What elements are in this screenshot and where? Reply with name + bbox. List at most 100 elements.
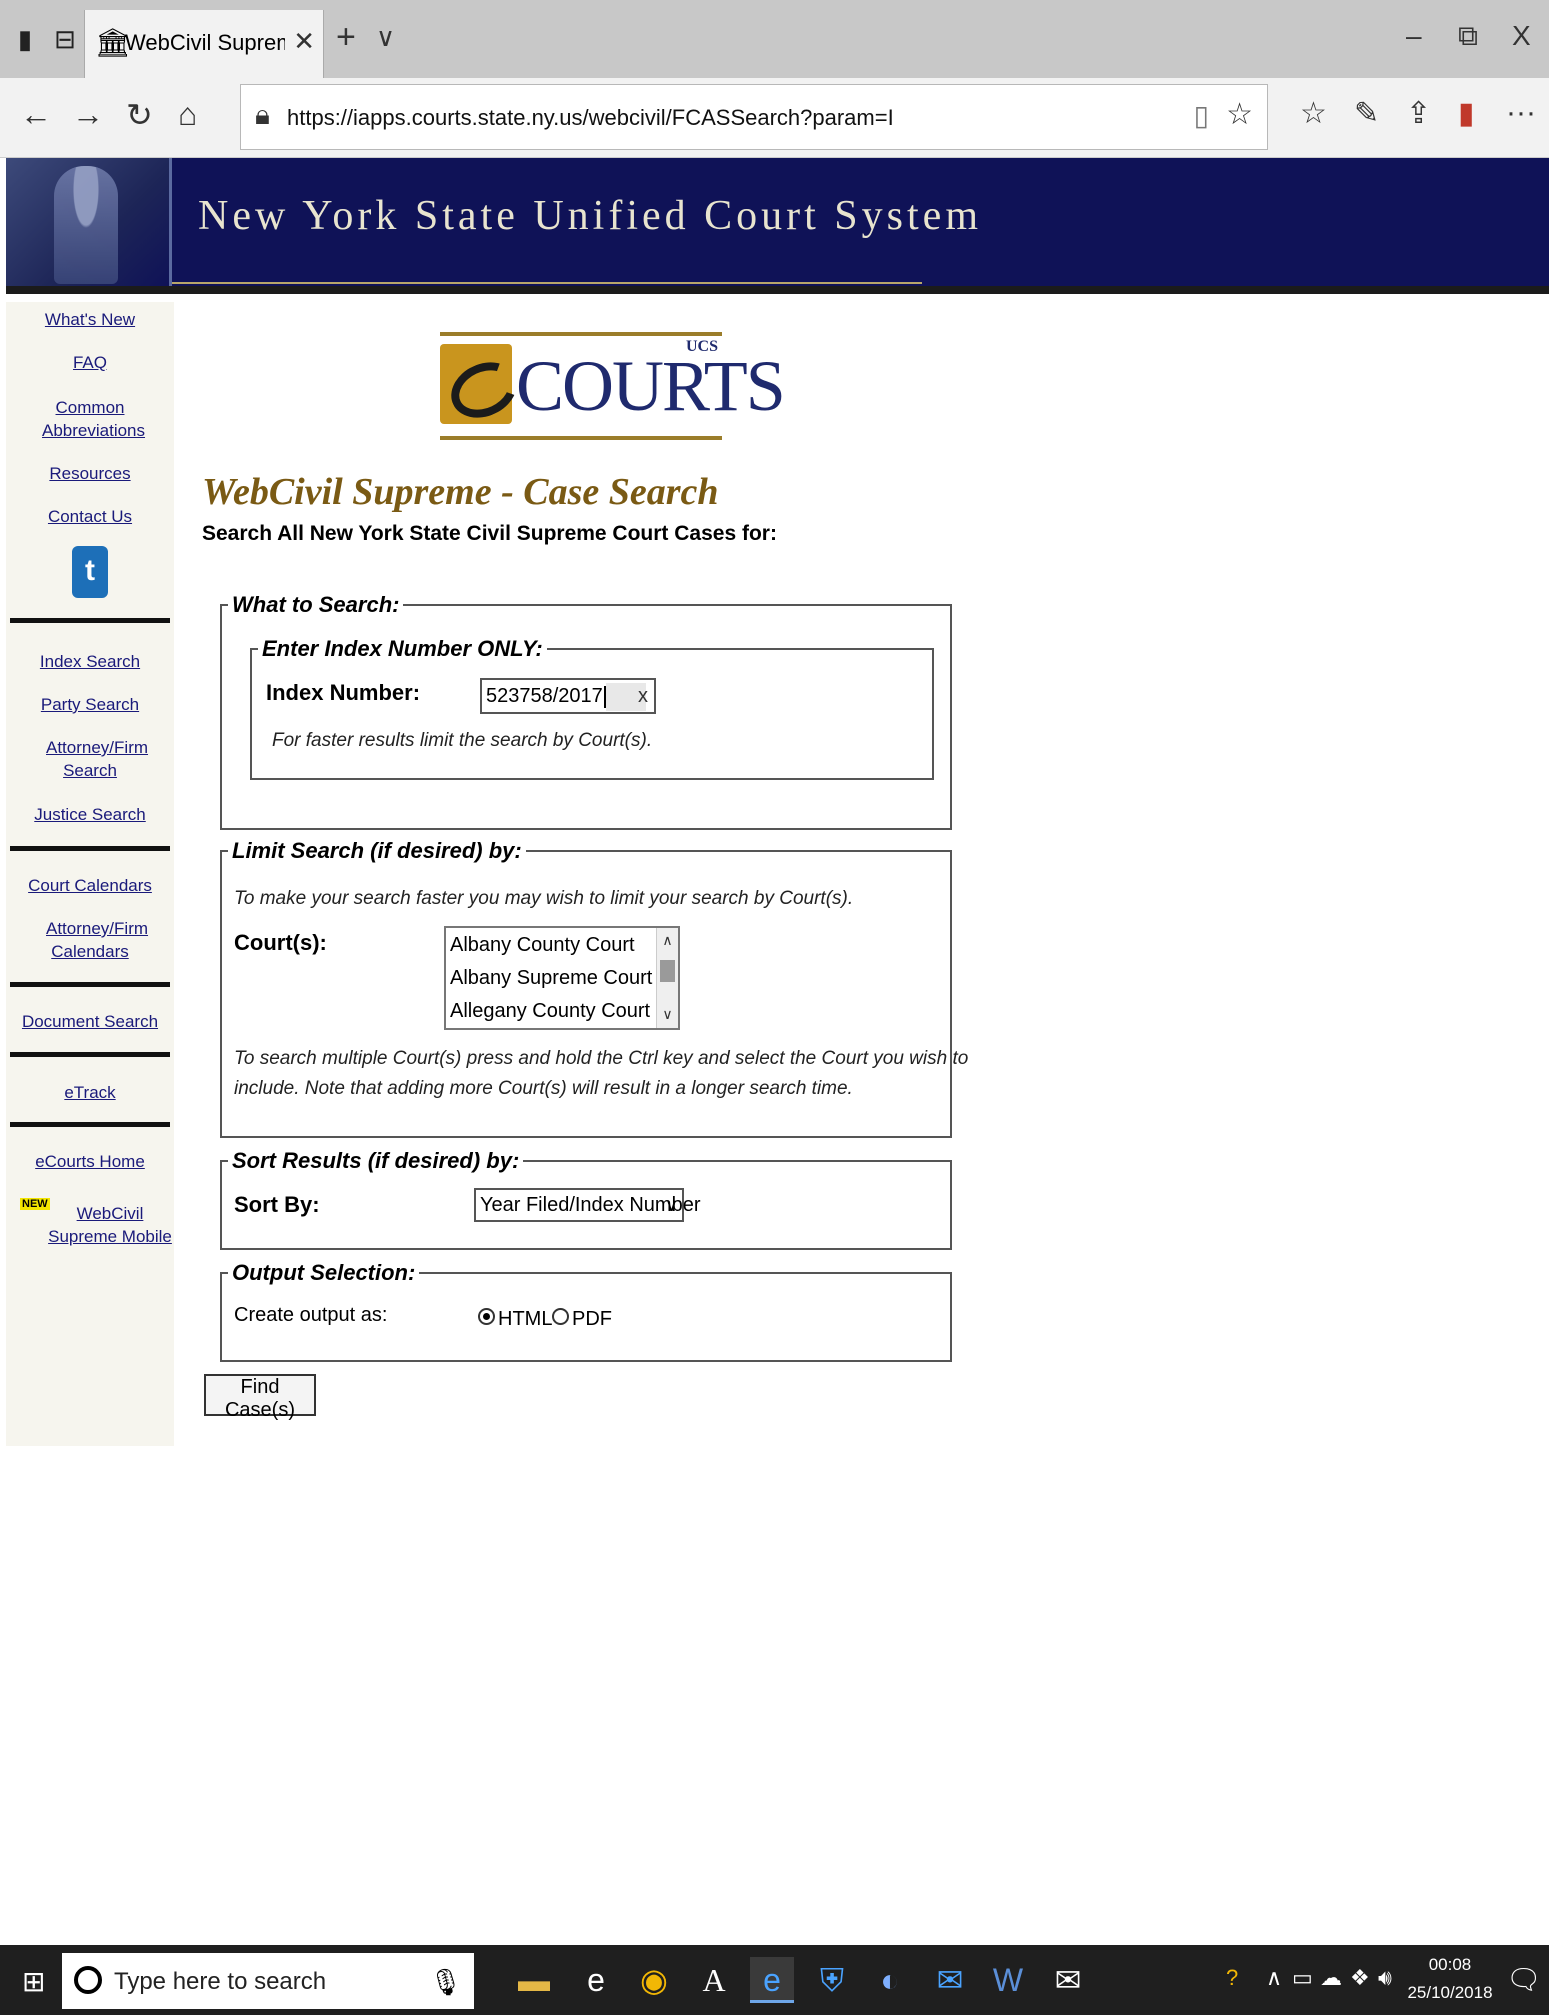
- back-icon[interactable]: ←: [20, 96, 52, 133]
- output-selection-legend: Output Selection:: [232, 1260, 416, 1285]
- minimize-button[interactable]: –: [1406, 20, 1422, 52]
- action-center-icon[interactable]: 🗨︎: [1506, 1963, 1542, 1996]
- sidebar-item-resources[interactable]: Resources: [6, 462, 174, 485]
- tab-preview-icon[interactable]: ▮: [8, 22, 42, 56]
- lady-justice-image: [6, 158, 172, 286]
- clock-date: 25/10/2018: [1407, 1983, 1493, 2002]
- font-app-icon[interactable]: A: [692, 1957, 736, 2003]
- sidebar-item-etrack[interactable]: eTrack: [6, 1081, 174, 1104]
- sidebar-item-party-search[interactable]: Party Search: [6, 693, 174, 716]
- scroll-thumb[interactable]: [660, 960, 675, 982]
- volume-icon[interactable]: 🔊︎: [1378, 1965, 1392, 1991]
- favorite-star-icon[interactable]: ☆: [1226, 97, 1253, 132]
- court-option[interactable]: Albany Supreme Court: [450, 961, 652, 995]
- sidebar-item-attorney-firm-search[interactable]: Attorney/Firm Search: [6, 736, 174, 782]
- courts-logo-text: COURTS: [516, 346, 786, 426]
- index-number-legend: Enter Index Number ONLY:: [262, 636, 543, 661]
- sidebar-item-attorney-firm-calendars[interactable]: Attorney/Firm Calendars: [6, 917, 174, 963]
- refresh-icon[interactable]: ↻: [126, 96, 153, 134]
- limit-intro-text: To make your search faster you may wish …: [234, 888, 854, 909]
- courts-note-line2: include. Note that adding more Court(s) …: [234, 1078, 853, 1099]
- dropbox-icon[interactable]: ❖: [1350, 1965, 1370, 1991]
- file-explorer-icon[interactable]: ▬: [512, 1957, 556, 2003]
- sidebar-divider: [10, 1122, 170, 1127]
- tab-title: WebCivil Supreme - Cas: [125, 30, 285, 55]
- pdf-radio-label[interactable]: PDF: [572, 1308, 612, 1331]
- twitter-icon[interactable]: t: [72, 546, 108, 598]
- sidebar-divider: [10, 1052, 170, 1057]
- sidebar-item-common-abbreviations[interactable]: Common Abbreviations: [6, 396, 174, 442]
- sidebar-item-ecourts-home[interactable]: eCourts Home: [6, 1150, 174, 1173]
- home-icon[interactable]: ⌂: [178, 96, 197, 133]
- sidebar-divider: [10, 982, 170, 987]
- sidebar-item-justice-search[interactable]: Justice Search: [6, 803, 174, 826]
- outlook-icon[interactable]: ✉: [928, 1957, 972, 2003]
- find-cases-button[interactable]: Find Case(s): [204, 1374, 316, 1421]
- shield-app-icon[interactable]: ⛨: [810, 1957, 854, 2003]
- create-output-label: Create output as:: [234, 1304, 388, 1326]
- sidebar-item-document-search[interactable]: Document Search: [6, 1010, 174, 1033]
- forward-icon[interactable]: →: [72, 96, 104, 133]
- left-sidebar: What's New FAQ Common Abbreviations Reso…: [6, 302, 174, 1446]
- close-window-button[interactable]: X: [1512, 20, 1531, 52]
- sidebar-item-index-search[interactable]: Index Search: [6, 650, 174, 673]
- taskbar-search-box[interactable]: Type here to search 🎙︎: [62, 1953, 474, 2009]
- word-icon[interactable]: W: [986, 1957, 1030, 2003]
- chrome-icon[interactable]: ◉: [632, 1957, 676, 2003]
- notes-pen-icon[interactable]: ✎: [1354, 96, 1379, 131]
- scroll-up-icon[interactable]: ∧: [657, 932, 678, 949]
- index-hint-text: For faster results limit the search by C…: [272, 730, 653, 751]
- what-to-search-legend: What to Search:: [232, 592, 400, 617]
- sidebar-item-whats-new[interactable]: What's New: [6, 308, 174, 331]
- scroll-down-icon[interactable]: ∨: [657, 1006, 678, 1023]
- sidebar-item-faq[interactable]: FAQ: [6, 351, 174, 374]
- microphone-icon[interactable]: 🎙︎: [429, 1967, 462, 1998]
- courts-logo: COURTS UCS: [440, 332, 786, 440]
- index-number-value: 523758/2017: [486, 685, 603, 707]
- html-radio-label[interactable]: HTML: [498, 1308, 552, 1331]
- new-tab-icon[interactable]: +: [336, 18, 356, 57]
- set-aside-tabs-icon[interactable]: ⊟: [48, 22, 82, 56]
- html-radio[interactable]: [478, 1308, 495, 1325]
- share-icon[interactable]: ⇪: [1406, 96, 1431, 131]
- mail-icon[interactable]: ✉: [1046, 1957, 1090, 2003]
- courts-listbox[interactable]: Albany County Court Albany Supreme Court…: [444, 926, 680, 1030]
- favorites-hub-icon[interactable]: ☆: [1300, 96, 1327, 131]
- network-icon[interactable]: ▭: [1292, 1965, 1313, 1991]
- clear-input-icon[interactable]: x: [638, 680, 648, 712]
- banner-divider: [172, 282, 922, 284]
- pdf-radio[interactable]: [552, 1308, 569, 1325]
- sidebar-item-webcivil-supreme-mobile[interactable]: WebCivil Supreme Mobile: [6, 1202, 174, 1248]
- sidebar-item-court-calendars[interactable]: Court Calendars: [6, 874, 174, 897]
- help-tray-icon[interactable]: ?: [1226, 1965, 1238, 1991]
- onedrive-cloud-icon[interactable]: ☁: [1320, 1965, 1342, 1991]
- system-clock[interactable]: 00:08 25/10/2018: [1400, 1951, 1500, 2007]
- chevron-down-icon: ∨: [664, 1195, 678, 1215]
- url-field[interactable]: 🔒︎ https://iapps.courts.state.ny.us/webc…: [240, 84, 1268, 150]
- internet-explorer-icon[interactable]: e: [574, 1957, 618, 2003]
- globe-app-icon[interactable]: ◐: [868, 1957, 912, 2003]
- close-tab-icon[interactable]: ✕: [293, 26, 315, 57]
- sort-by-label: Sort By:: [234, 1192, 320, 1217]
- sidebar-divider: [10, 618, 170, 623]
- reading-view-icon[interactable]: ▯: [1194, 99, 1209, 132]
- url-text: https://iapps.courts.state.ny.us/webcivi…: [287, 105, 894, 130]
- court-option[interactable]: Albany County Court: [450, 928, 635, 962]
- edge-icon[interactable]: e: [750, 1957, 794, 2003]
- tab-webcivil[interactable]: 🏛 WebCivil Supreme - Cas ✕: [84, 10, 324, 78]
- windows-start-icon[interactable]: ⊞: [22, 1965, 45, 1998]
- sidebar-item-contact-us[interactable]: Contact Us: [6, 505, 174, 528]
- more-menu-icon[interactable]: ···: [1506, 96, 1536, 130]
- windows-taskbar: ⊞ Type here to search 🎙︎ ▬ e ◉ A e ⛨ ◐ ✉…: [0, 1945, 1549, 2015]
- page-subtitle: Search All New York State Civil Supreme …: [202, 522, 777, 545]
- limit-search-legend: Limit Search (if desired) by:: [232, 838, 522, 863]
- sort-by-select[interactable]: Year Filed/Index Number ∨: [474, 1188, 701, 1222]
- extension-icon[interactable]: ▮: [1458, 96, 1475, 131]
- courts-scrollbar[interactable]: ∧ ∨: [656, 928, 678, 1028]
- restore-button[interactable]: ⧉: [1458, 20, 1478, 53]
- tab-list-chevron-icon[interactable]: ∨: [376, 22, 395, 53]
- court-option[interactable]: Allegany County Court: [450, 994, 650, 1028]
- index-number-input[interactable]: 523758/2017 x: [480, 678, 656, 714]
- browser-tab-bar: ▮ ⊟ 🏛 WebCivil Supreme - Cas ✕ + ∨ – ⧉ X: [0, 0, 1549, 78]
- show-hidden-icons-chevron-icon[interactable]: ∧: [1266, 1965, 1282, 1991]
